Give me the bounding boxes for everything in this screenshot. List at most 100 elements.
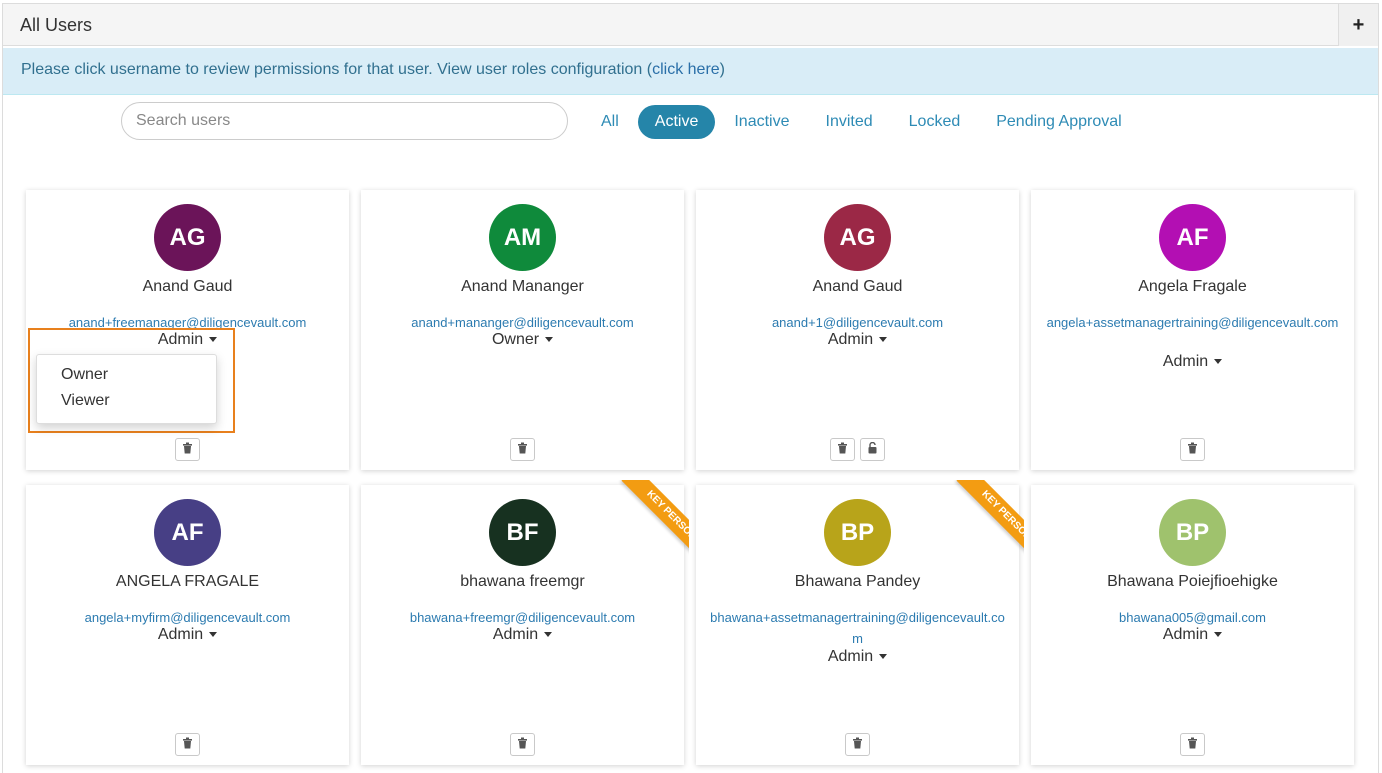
key-person-ribbon-wrap: KEY PERSON	[934, 480, 1024, 570]
user-name-link[interactable]: Anand Gaud	[696, 278, 1019, 296]
search-input[interactable]	[121, 102, 568, 140]
role-selector: Owner	[361, 331, 684, 349]
roles-config-link[interactable]: click here	[652, 61, 720, 78]
status-filter-tabs: All Active Inactive Invited Locked Pendi…	[584, 103, 1141, 140]
user-email: bhawana005@gmail.com	[1119, 610, 1266, 625]
key-person-ribbon: KEY PERSON	[956, 480, 1024, 566]
filter-tab-active[interactable]: Active	[637, 104, 716, 139]
unlock-icon	[867, 441, 878, 459]
card-actions	[26, 733, 349, 756]
delete-user-button[interactable]	[175, 438, 200, 461]
filter-tab-inactive[interactable]: Inactive	[717, 105, 806, 139]
unlock-user-button[interactable]	[860, 438, 885, 461]
role-label: Admin	[1162, 626, 1209, 643]
user-name-link[interactable]: Anand Gaud	[26, 278, 349, 296]
role-option-viewer[interactable]: Viewer	[37, 388, 216, 414]
user-card: AM Anand Mananger anand+mananger@diligence…	[361, 190, 684, 470]
card-actions	[696, 733, 1019, 756]
filter-tab-locked[interactable]: Locked	[892, 105, 978, 139]
avatar: BP	[824, 499, 891, 566]
trash-icon	[1187, 736, 1198, 754]
card-actions	[26, 438, 349, 461]
trash-icon	[837, 441, 848, 459]
caret-down-icon	[545, 337, 554, 343]
user-card: AF Angela Fragale angela+assetmanagertrain…	[1031, 190, 1354, 470]
user-name-link[interactable]: Bhawana Poiejfioehigke	[1031, 573, 1354, 591]
role-dropdown-toggle[interactable]: Owner	[491, 331, 554, 348]
user-card: AG Anand Gaud anand+1@diligencevault.com Ad…	[696, 190, 1019, 470]
trash-icon	[517, 441, 528, 459]
role-label: Admin	[827, 331, 874, 348]
role-label: Owner	[491, 331, 540, 348]
user-name-link[interactable]: ANGELA FRAGALE	[26, 573, 349, 591]
user-email: bhawana+freemgr@diligencevault.com	[409, 610, 636, 625]
role-selector: Admin	[361, 626, 684, 644]
caret-down-icon	[1214, 359, 1223, 365]
delete-user-button[interactable]	[1180, 438, 1205, 461]
delete-user-button[interactable]	[830, 438, 855, 461]
user-name-link[interactable]: Anand Mananger	[361, 278, 684, 296]
page-title: All Users	[20, 15, 93, 35]
key-person-ribbon: KEY PERSON	[621, 480, 689, 566]
role-label: Admin	[157, 626, 204, 643]
avatar: AF	[154, 499, 221, 566]
add-user-button[interactable]: +	[1338, 4, 1378, 46]
caret-down-icon	[209, 632, 218, 638]
user-name-link[interactable]: bhawana freemgr	[361, 573, 684, 591]
user-email: anand+mananger@diligencevault.com	[411, 315, 634, 330]
user-email: angela+assetmanagertraining@diligencevau…	[1046, 315, 1339, 330]
info-suffix: )	[719, 61, 725, 78]
trash-icon	[182, 736, 193, 754]
avatar: AG	[154, 204, 221, 271]
role-selector: Admin	[26, 626, 349, 644]
user-name-link[interactable]: Angela Fragale	[1031, 278, 1354, 296]
card-actions	[1031, 438, 1354, 461]
user-name-link[interactable]: Bhawana Pandey	[696, 573, 1019, 591]
panel-header: All Users +	[3, 4, 1378, 46]
user-card: AF ANGELA FRAGALE angela+myfirm@diligencev…	[26, 485, 349, 765]
user-email: anand+1@diligencevault.com	[771, 315, 944, 330]
delete-user-button[interactable]	[510, 733, 535, 756]
avatar: AM	[489, 204, 556, 271]
role-dropdown-toggle[interactable]: Admin	[157, 626, 218, 643]
role-selector: Admin	[696, 331, 1019, 349]
delete-user-button[interactable]	[1180, 733, 1205, 756]
role-selector: Admin	[1031, 353, 1354, 371]
filter-tab-invited[interactable]: Invited	[809, 105, 890, 139]
trash-icon	[1187, 441, 1198, 459]
card-actions	[361, 733, 684, 756]
delete-user-button[interactable]	[175, 733, 200, 756]
avatar: AF	[1159, 204, 1226, 271]
role-dropdown-toggle[interactable]: Admin	[828, 648, 888, 665]
role-dropdown-toggle[interactable]: Admin	[827, 331, 888, 348]
caret-down-icon	[544, 632, 553, 638]
caret-down-icon	[1214, 632, 1223, 638]
trash-icon	[852, 736, 863, 754]
user-card: BP Bhawana Poiejfioehigke bhawana005@gmail…	[1031, 485, 1354, 765]
card-actions	[1031, 733, 1354, 756]
role-dropdown-toggle[interactable]: Admin	[493, 626, 553, 643]
role-selector: Admin	[1031, 626, 1354, 644]
role-dropdown-menu: Owner Viewer	[36, 354, 217, 424]
delete-user-button[interactable]	[510, 438, 535, 461]
filter-tab-all[interactable]: All	[584, 105, 636, 139]
info-banner: Please click username to review permissi…	[3, 48, 1378, 95]
user-email: bhawana+assetmanagertraining@diligenceva…	[710, 610, 1005, 646]
role-label: Admin	[1162, 353, 1209, 370]
role-dropdown-toggle[interactable]: Admin	[1162, 353, 1223, 370]
avatar: AG	[824, 204, 891, 271]
role-option-owner[interactable]: Owner	[37, 362, 216, 388]
card-actions	[696, 438, 1019, 461]
user-card: KEY PERSON BF bhawana freemgr bhawana+freem…	[361, 480, 689, 765]
user-card: KEY PERSON BP Bhawana Pandey bhawana+assetm…	[696, 480, 1024, 765]
avatar: BP	[1159, 499, 1226, 566]
delete-user-button[interactable]	[845, 733, 870, 756]
user-email: angela+myfirm@diligencevault.com	[84, 610, 291, 625]
key-person-ribbon-wrap: KEY PERSON	[599, 480, 689, 570]
trash-icon	[517, 736, 528, 754]
info-text: Please click username to review permissi…	[21, 61, 653, 78]
role-dropdown-toggle[interactable]: Admin	[1162, 626, 1223, 643]
caret-down-icon	[879, 337, 888, 343]
avatar: BF	[489, 499, 556, 566]
filter-tab-pending-approval[interactable]: Pending Approval	[979, 105, 1138, 139]
